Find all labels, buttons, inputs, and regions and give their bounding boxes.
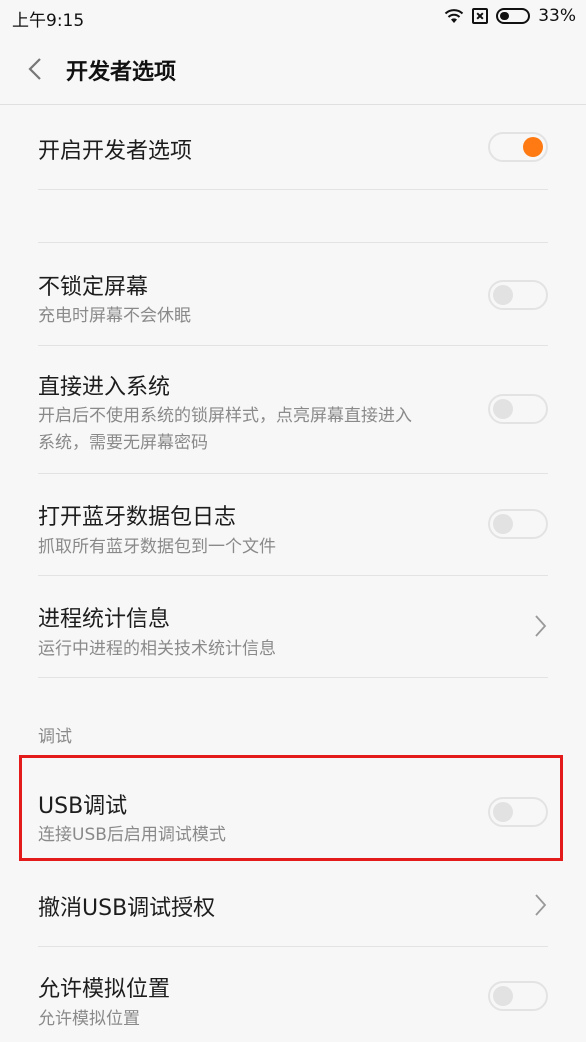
setting-bluetooth-log[interactable]: 打开蓝牙数据包日志 抓取所有蓝牙数据包到一个文件	[38, 473, 548, 576]
toggle-knob	[493, 285, 513, 305]
no-sim-icon	[472, 8, 489, 24]
stay-awake-toggle[interactable]	[488, 280, 548, 310]
setting-direct-enter-system[interactable]: 直接进入系统 开启后不使用系统的锁屏样式，点亮屏幕直接进入 系统，需要无屏幕密码	[38, 345, 548, 474]
chevron-right-icon[interactable]	[534, 614, 548, 638]
setting-title: 进程统计信息	[38, 607, 171, 632]
toggle-knob	[493, 986, 513, 1006]
section-label-debug: 调试	[38, 727, 72, 747]
status-bar: 上午9:15 33%	[0, 0, 586, 34]
toggle-knob	[493, 514, 513, 534]
setting-stay-awake[interactable]: 不锁定屏幕 充电时屏幕不会休眠	[38, 242, 548, 346]
setting-revoke-usb-authorization[interactable]: 撤消USB调试授权	[38, 863, 548, 947]
setting-subtitle: 充电时屏幕不会休眠	[38, 306, 191, 326]
setting-title: 直接进入系统	[38, 375, 171, 400]
setting-subtitle: 允许模拟位置	[38, 1009, 140, 1029]
developer-options-toggle[interactable]	[488, 132, 548, 162]
settings-list: 开启开发者选项 不锁定屏幕 充电时屏幕不会休眠 直接进入系统 开启后不使用系统的…	[0, 105, 586, 1042]
setting-title: 打开蓝牙数据包日志	[38, 505, 237, 530]
status-time: 上午9:15	[12, 11, 85, 31]
page-title: 开发者选项	[66, 60, 177, 85]
setting-subtitle-line1: 开启后不使用系统的锁屏样式，点亮屏幕直接进入	[38, 406, 412, 426]
setting-title: 开启开发者选项	[38, 139, 193, 164]
setting-title: 不锁定屏幕	[38, 275, 149, 300]
status-icons: 33%	[444, 6, 576, 26]
setting-subtitle: 抓取所有蓝牙数据包到一个文件	[38, 537, 276, 557]
setting-title: 撤消USB调试授权	[38, 896, 216, 921]
section-spacer	[38, 189, 548, 243]
mock-locations-toggle[interactable]	[488, 981, 548, 1011]
battery-icon	[496, 8, 531, 24]
wifi-icon	[445, 9, 464, 23]
bluetooth-log-toggle[interactable]	[488, 509, 548, 539]
direct-enter-toggle[interactable]	[488, 394, 548, 424]
chevron-right-icon[interactable]	[534, 893, 548, 917]
battery-percent: 33%	[538, 6, 576, 26]
toggle-knob	[493, 399, 513, 419]
chevron-left-icon[interactable]	[22, 54, 52, 84]
toggle-knob	[523, 137, 543, 157]
setting-enable-developer-options[interactable]: 开启开发者选项	[38, 105, 548, 190]
setting-process-stats[interactable]: 进程统计信息 运行中进程的相关技术统计信息	[38, 575, 548, 678]
setting-subtitle-line2: 系统，需要无屏幕密码	[38, 433, 208, 453]
setting-title: 允许模拟位置	[38, 977, 171, 1002]
setting-mock-locations[interactable]: 允许模拟位置 允许模拟位置	[38, 946, 548, 1042]
highlight-box	[19, 755, 563, 861]
setting-subtitle: 运行中进程的相关技术统计信息	[38, 639, 276, 659]
battery-level-fill	[500, 12, 510, 20]
app-header: 开发者选项	[0, 34, 586, 105]
